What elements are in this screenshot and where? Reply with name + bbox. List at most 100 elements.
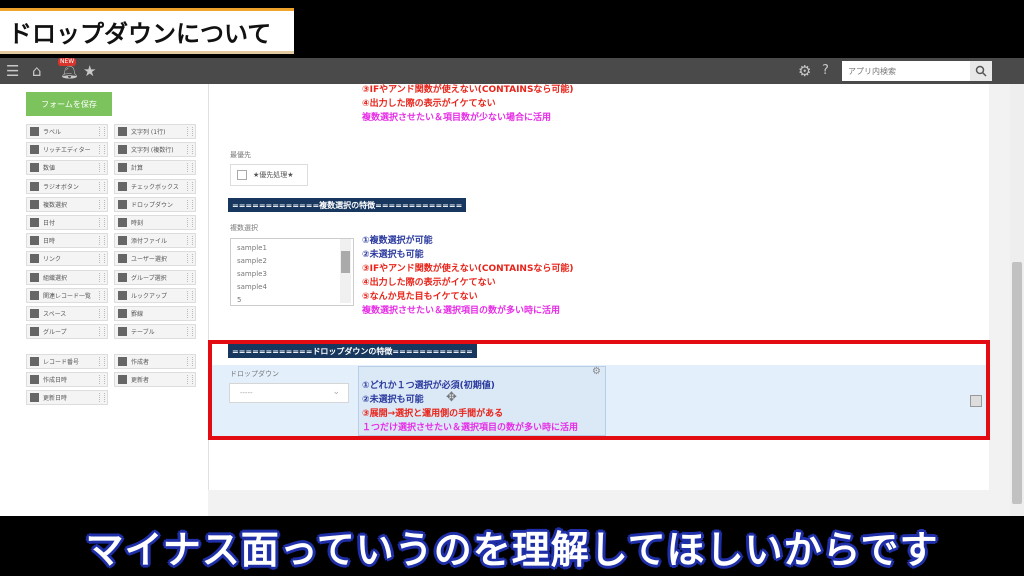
- drag-handle-icon[interactable]: [187, 290, 193, 300]
- field-type-icon: [118, 163, 127, 173]
- help-icon[interactable]: ?: [822, 62, 829, 80]
- drag-handle-icon[interactable]: [187, 127, 193, 136]
- palette-field-label: ラジオボタン: [43, 183, 79, 191]
- highlight-frame: [208, 340, 990, 440]
- home-icon[interactable]: ⌂: [32, 62, 42, 80]
- drag-handle-icon[interactable]: [99, 145, 105, 155]
- palette-field-item[interactable]: ラジオボタン: [26, 178, 108, 194]
- drag-handle-icon[interactable]: [187, 199, 193, 209]
- palette-field-item[interactable]: グループ選択: [114, 269, 196, 285]
- drag-handle-icon[interactable]: [99, 290, 105, 300]
- palette-field-item[interactable]: 複数選択: [26, 196, 108, 212]
- field-type-icon: [118, 309, 127, 318]
- search-button[interactable]: [970, 61, 992, 81]
- drag-handle-icon[interactable]: [187, 272, 193, 282]
- palette-field-item[interactable]: グループ: [26, 324, 108, 340]
- palette-system-field-item[interactable]: レコード番号: [26, 354, 108, 369]
- drag-handle-icon[interactable]: [99, 236, 105, 246]
- drag-handle-icon[interactable]: [99, 254, 105, 264]
- list-item[interactable]: sample4: [237, 283, 267, 291]
- drag-handle-icon[interactable]: [187, 145, 193, 155]
- list-item[interactable]: sample3: [237, 270, 267, 278]
- drag-handle-icon[interactable]: [187, 309, 193, 318]
- field-type-icon: [118, 357, 127, 366]
- drag-handle-icon[interactable]: [99, 127, 105, 136]
- new-badge: NEW: [58, 58, 77, 66]
- multi-line-1: ①複数選択が可能: [362, 236, 433, 246]
- drag-handle-icon[interactable]: [99, 199, 105, 209]
- palette-field-item[interactable]: リッチエディター: [26, 142, 108, 158]
- field-type-icon: [30, 309, 39, 318]
- palette-field-item[interactable]: 日付: [26, 215, 108, 230]
- gear-icon[interactable]: ⚙: [798, 62, 811, 80]
- palette-field-label: 更新日時: [43, 395, 68, 402]
- palette-field-item[interactable]: ユーザー選択: [114, 251, 196, 267]
- priority-checkbox-field[interactable]: ★優先処理★: [230, 164, 308, 186]
- listbox-scrollbar-thumb[interactable]: [341, 251, 350, 273]
- palette-field-label: スペース: [43, 311, 67, 318]
- drag-handle-icon[interactable]: [99, 272, 105, 282]
- drag-handle-icon[interactable]: [187, 357, 193, 366]
- drag-handle-icon[interactable]: [99, 309, 105, 318]
- drag-handle-icon[interactable]: [187, 218, 193, 227]
- palette-field-label: グループ: [43, 329, 67, 337]
- drag-handle-icon[interactable]: [187, 327, 193, 337]
- palette-field-item[interactable]: ドロップダウン: [114, 196, 196, 212]
- drag-handle-icon[interactable]: [99, 375, 105, 384]
- palette-field-item[interactable]: ラベル: [26, 124, 108, 139]
- palette-field-item[interactable]: 添付ファイル: [114, 233, 196, 249]
- list-item[interactable]: sample1: [237, 244, 267, 252]
- drag-handle-icon[interactable]: [99, 357, 105, 366]
- palette-field-label: グループ選択: [131, 274, 167, 282]
- multi-line-6: 複数選択させたい＆選択項目の数が多い時に活用: [362, 306, 561, 316]
- palette-field-item[interactable]: 計算: [114, 160, 196, 176]
- field-type-icon: [30, 236, 39, 246]
- multi-select-listbox[interactable]: sample1 sample2 sample3 sample4 5: [230, 238, 354, 306]
- priority-checkbox[interactable]: [237, 170, 247, 180]
- save-form-button[interactable]: フォームを保存: [26, 92, 112, 116]
- field-type-icon: [30, 127, 39, 136]
- favorite-star-icon[interactable]: ★: [83, 62, 96, 80]
- field-type-icon: [118, 327, 127, 337]
- field-type-icon: [118, 272, 127, 282]
- palette-field-item[interactable]: チェックボックス: [114, 178, 196, 194]
- list-item[interactable]: 5: [237, 296, 241, 304]
- palette-field-item[interactable]: リンク: [26, 251, 108, 267]
- app-search-input[interactable]: [842, 61, 970, 81]
- palette-field-label: ルックアップ: [131, 292, 168, 300]
- palette-field-item[interactable]: 罫線: [114, 306, 196, 321]
- palette-field-item[interactable]: 日時: [26, 233, 108, 249]
- palette-field-label: 関連レコード一覧: [43, 292, 92, 300]
- palette-system-field-item[interactable]: 更新日時: [26, 390, 108, 405]
- palette-field-item[interactable]: スペース: [26, 306, 108, 321]
- palette-field-item[interactable]: 文字列 (複数行): [114, 142, 196, 158]
- palette-field-item[interactable]: テーブル: [114, 324, 196, 340]
- drag-handle-icon[interactable]: [187, 254, 193, 264]
- drag-handle-icon[interactable]: [187, 163, 193, 173]
- drag-handle-icon[interactable]: [99, 163, 105, 173]
- drag-handle-icon[interactable]: [99, 327, 105, 337]
- page-scrollbar-thumb[interactable]: [1012, 262, 1022, 504]
- drag-handle-icon[interactable]: [187, 236, 193, 246]
- drag-handle-icon[interactable]: [99, 393, 105, 402]
- menu-icon[interactable]: ☰: [6, 62, 19, 80]
- palette-field-label: 組織選択: [43, 274, 68, 282]
- list-item[interactable]: sample2: [237, 257, 267, 265]
- palette-system-field-item[interactable]: 作成日時: [26, 372, 108, 387]
- palette-system-field-item[interactable]: 作成者: [114, 354, 196, 369]
- palette-field-item[interactable]: 組織選択: [26, 269, 108, 285]
- drag-handle-icon[interactable]: [99, 181, 105, 191]
- palette-field-label: テーブル: [131, 329, 155, 337]
- drag-handle-icon[interactable]: [187, 375, 193, 384]
- palette-field-item[interactable]: ルックアップ: [114, 287, 196, 303]
- field-type-icon: [30, 145, 39, 155]
- palette-field-item[interactable]: 文字列 (1行): [114, 124, 196, 139]
- palette-field-item[interactable]: 数値: [26, 160, 108, 176]
- drag-handle-icon[interactable]: [187, 181, 193, 191]
- drag-handle-icon[interactable]: [99, 218, 105, 227]
- palette-field-item[interactable]: 時刻: [114, 215, 196, 230]
- palette-field-item[interactable]: 関連レコード一覧: [26, 287, 108, 303]
- palette-field-label: 日付: [43, 220, 56, 227]
- top-line-2: ④出力した際の表示がイケてない: [362, 99, 496, 109]
- palette-system-field-item[interactable]: 更新者: [114, 372, 196, 387]
